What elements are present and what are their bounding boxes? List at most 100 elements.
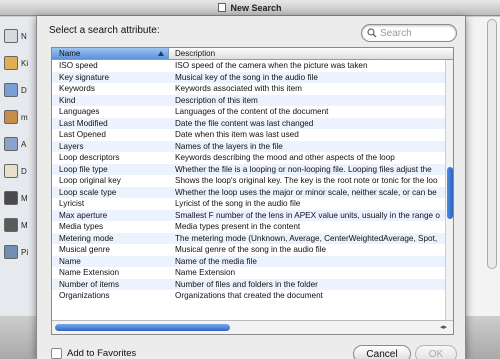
attribute-description: Musical genre of the song in the audio f…: [175, 245, 327, 254]
table-row[interactable]: Metering mode The metering mode (Unknown,…: [52, 232, 446, 244]
sidebar-item-label: A: [21, 139, 27, 149]
attribute-description: Description of this item: [175, 95, 258, 105]
sheet-prompt: Select a search attribute:: [49, 25, 160, 36]
table-row[interactable]: Number of items Number of files and folde…: [52, 278, 446, 290]
attribute-name: Media types: [59, 222, 104, 231]
table-row[interactable]: Languages Languages of the content of the…: [52, 106, 446, 118]
attribute-table: Name Description ISO speed ISO speed of t…: [51, 47, 454, 335]
attribute-description: Musical key of the song in the audio fil…: [175, 72, 318, 82]
table-row[interactable]: Musical genre Musical genre of the song i…: [52, 244, 446, 256]
attribute-description: Names of the layers in the file: [175, 141, 283, 151]
attribute-name: Layers: [59, 141, 84, 151]
search-field[interactable]: [361, 24, 457, 42]
sidebar-item-icon: [4, 164, 18, 178]
table-row[interactable]: Layers Names of the layers in the file: [52, 140, 446, 152]
attribute-description: Name Extension: [175, 268, 236, 277]
table-row[interactable]: Last Modified Date the file content was l…: [52, 117, 446, 129]
table-row[interactable]: Lyricist Lyricist of the song in the audi…: [52, 198, 446, 210]
table-row[interactable]: Loop descriptors Keywords describing the …: [52, 152, 446, 164]
sidebar-item-icon: [4, 110, 18, 124]
attribute-name: ISO speed: [59, 61, 98, 70]
search-input[interactable]: [380, 27, 456, 39]
ok-button[interactable]: OK: [415, 345, 457, 359]
attribute-name: Organizations: [59, 291, 110, 300]
attribute-name: Loop original key: [59, 176, 121, 185]
attribute-name: Languages: [59, 107, 100, 116]
search-attribute-sheet: Select a search attribute: Name Descript…: [36, 16, 466, 359]
sidebar-item-label: D: [21, 166, 27, 176]
attribute-description: Smallest F number of the lens in APEX va…: [175, 210, 440, 220]
table-row[interactable]: Loop file type Whether the file is a loop…: [52, 163, 446, 175]
attribute-name: Kind: [59, 95, 76, 105]
window-titlebar: New Search: [0, 0, 500, 16]
sidebar-item-icon: [4, 83, 18, 97]
table-row[interactable]: Name Extension Name Extension: [52, 267, 446, 279]
table-row[interactable]: Last Opened Date when this item was last …: [52, 129, 446, 141]
table-row[interactable]: Media types Media types present in the co…: [52, 221, 446, 233]
sidebar-item-icon: [4, 29, 18, 43]
table-row[interactable]: Loop original key Shows the loop's origin…: [52, 175, 446, 187]
sidebar-item-label: N: [21, 31, 27, 41]
add-to-favorites[interactable]: Add to Favorites: [51, 348, 136, 359]
favorites-label: Add to Favorites: [67, 348, 137, 359]
magnifier-icon: [367, 28, 377, 38]
vertical-scrollbar[interactable]: [445, 60, 453, 324]
horizontal-scrollbar[interactable]: ◂▸: [52, 320, 453, 334]
attribute-description: Media types present in the content: [175, 222, 301, 231]
attribute-name: Max aperture: [59, 210, 108, 220]
favorites-checkbox[interactable]: [51, 348, 62, 359]
attribute-name: Name: [59, 256, 81, 266]
sidebar-item-label: M: [21, 193, 28, 203]
attribute-name: Loop file type: [59, 164, 108, 174]
table-header: Name Description: [52, 48, 453, 60]
attribute-description: The metering mode (Unknown, Average, Cen…: [175, 233, 438, 243]
attribute-description: Whether the loop uses the major or minor…: [175, 187, 437, 197]
table-rows: ISO speed ISO speed of the camera when th…: [52, 60, 446, 320]
description-column-header[interactable]: Description: [175, 48, 215, 59]
attribute-name: Lyricist: [59, 199, 85, 208]
sidebar-item-icon: [4, 56, 18, 70]
table-row[interactable]: Key signature Musical key of the song in …: [52, 71, 446, 83]
attribute-name: Number of items: [59, 279, 120, 289]
sidebar-item-icon: [4, 137, 18, 151]
table-row[interactable]: Organizations Organizations that created …: [52, 290, 446, 302]
sidebar-item-label: Pi: [21, 247, 29, 257]
sidebar-item-label: m: [21, 112, 28, 122]
attribute-description: Keywords describing the mood and other a…: [175, 153, 395, 162]
sidebar-item-icon: [4, 218, 18, 232]
vertical-scroll-thumb[interactable]: [447, 167, 453, 219]
attribute-name: Keywords: [59, 84, 95, 93]
name-column-label: Name: [59, 49, 81, 58]
table-row[interactable]: Loop scale type Whether the loop uses the…: [52, 186, 446, 198]
attribute-description: Organizations that created the document: [175, 291, 323, 300]
table-row[interactable]: Name Name of the media file: [52, 255, 446, 267]
attribute-description: ISO speed of the camera when the picture…: [175, 61, 368, 70]
attribute-name: Name Extension: [59, 268, 120, 277]
finder-scrollbar[interactable]: [487, 19, 497, 269]
attribute-description: Keywords associated with this item: [175, 84, 302, 93]
attribute-name: Last Modified: [59, 118, 108, 128]
table-row[interactable]: Keywords Keywords associated with this it…: [52, 83, 446, 95]
attribute-description: Lyricist of the song in the audio file: [175, 199, 301, 208]
cancel-button[interactable]: Cancel: [353, 345, 411, 359]
table-row[interactable]: ISO speed ISO speed of the camera when th…: [52, 60, 446, 72]
attribute-description: Name of the media file: [175, 256, 257, 266]
scroll-arrows-icon[interactable]: ◂▸: [440, 323, 447, 331]
document-icon: [218, 3, 227, 12]
attribute-name: Last Opened: [59, 130, 106, 139]
sidebar-item-icon: [4, 191, 18, 205]
table-row[interactable]: Kind Description of this item: [52, 94, 446, 106]
attribute-description: Date the file content was last changed: [175, 118, 314, 128]
window-title: New Search: [230, 2, 282, 13]
sidebar-item-label: D: [21, 85, 27, 95]
attribute-name: Loop scale type: [59, 187, 117, 197]
name-column-header[interactable]: Name: [52, 48, 169, 59]
attribute-description: Shows the loop's original key. The key i…: [175, 176, 438, 185]
attribute-description: Whether the file is a looping or non-loo…: [175, 164, 432, 174]
sidebar-item-label: M: [21, 220, 28, 230]
attribute-description: Languages of the content of the document: [175, 107, 329, 116]
table-row[interactable]: Max aperture Smallest F number of the len…: [52, 209, 446, 221]
attribute-description: Date when this item was last used: [175, 130, 299, 139]
sidebar-item-icon: [4, 245, 18, 259]
horizontal-scroll-thumb[interactable]: [55, 324, 230, 331]
